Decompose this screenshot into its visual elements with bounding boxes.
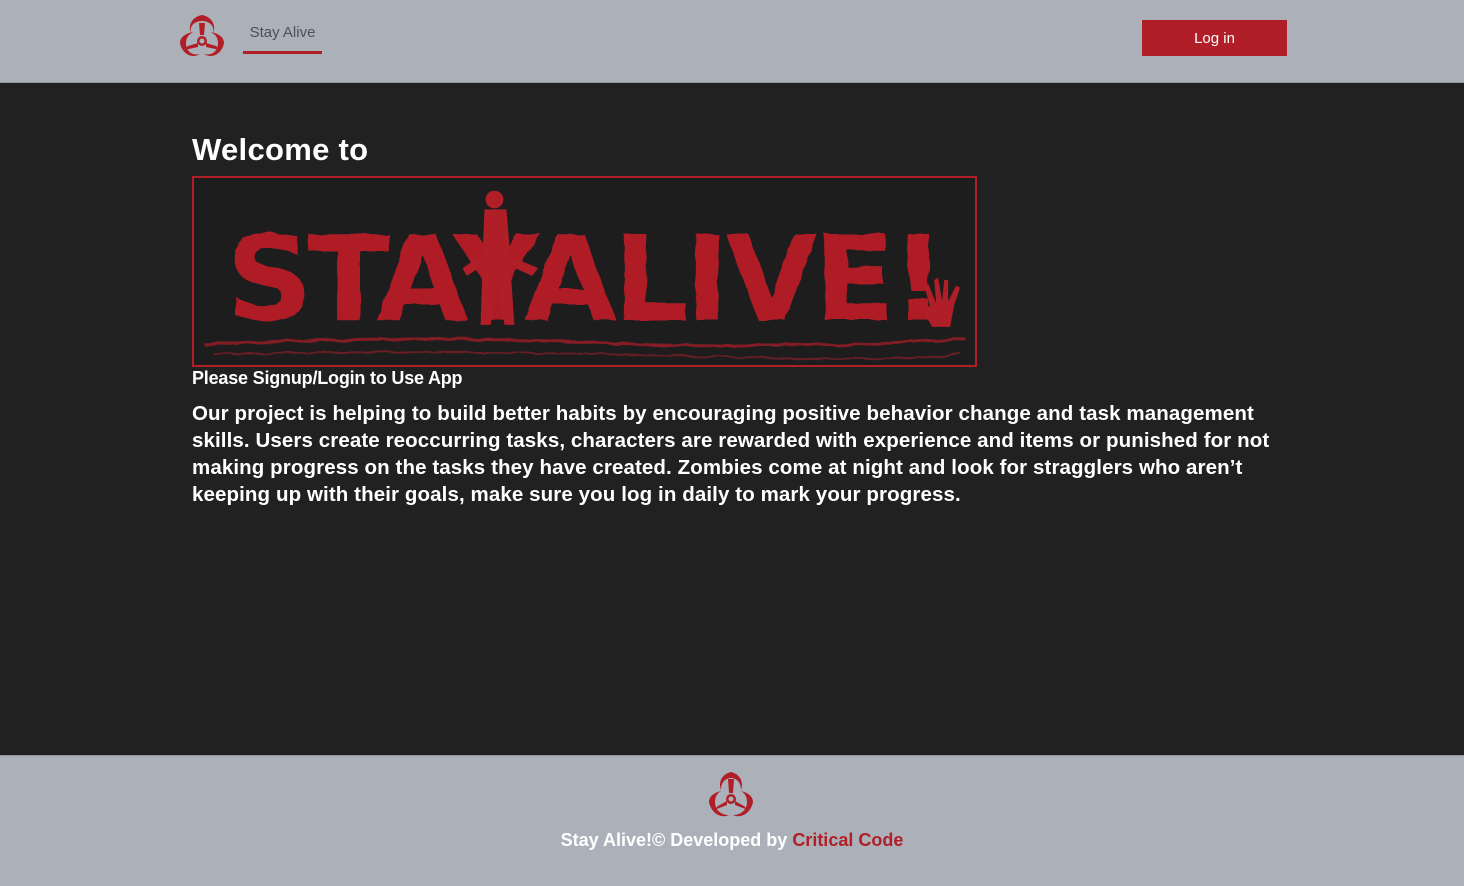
welcome-heading: Welcome to <box>192 132 369 167</box>
biohazard-icon[interactable] <box>176 13 228 61</box>
footer: Stay Alive!© Developed by Critical Code <box>0 755 1464 886</box>
biohazard-icon <box>706 770 756 822</box>
login-button[interactable]: Log in <box>1142 20 1287 56</box>
project-description: Our project is helping to build better h… <box>192 402 1270 506</box>
critical-code-link[interactable]: Critical Code <box>792 830 903 850</box>
footer-credit: Stay Alive!© Developed by Critical Code <box>0 830 1464 851</box>
footer-copyright: Stay Alive!© Developed by <box>560 830 793 850</box>
logo-text: STAYALIVE! <box>226 211 942 348</box>
nav-tab-stay-alive[interactable]: Stay Alive <box>243 18 322 54</box>
top-navbar: Stay Alive Log in <box>0 0 1464 83</box>
signup-prompt: Please Signup/Login to Use App <box>192 368 463 388</box>
main-content: Welcome to STAYALIVE! Please Signup/Logi… <box>0 84 1464 755</box>
stay-alive-logo: STAYALIVE! <box>192 176 977 367</box>
